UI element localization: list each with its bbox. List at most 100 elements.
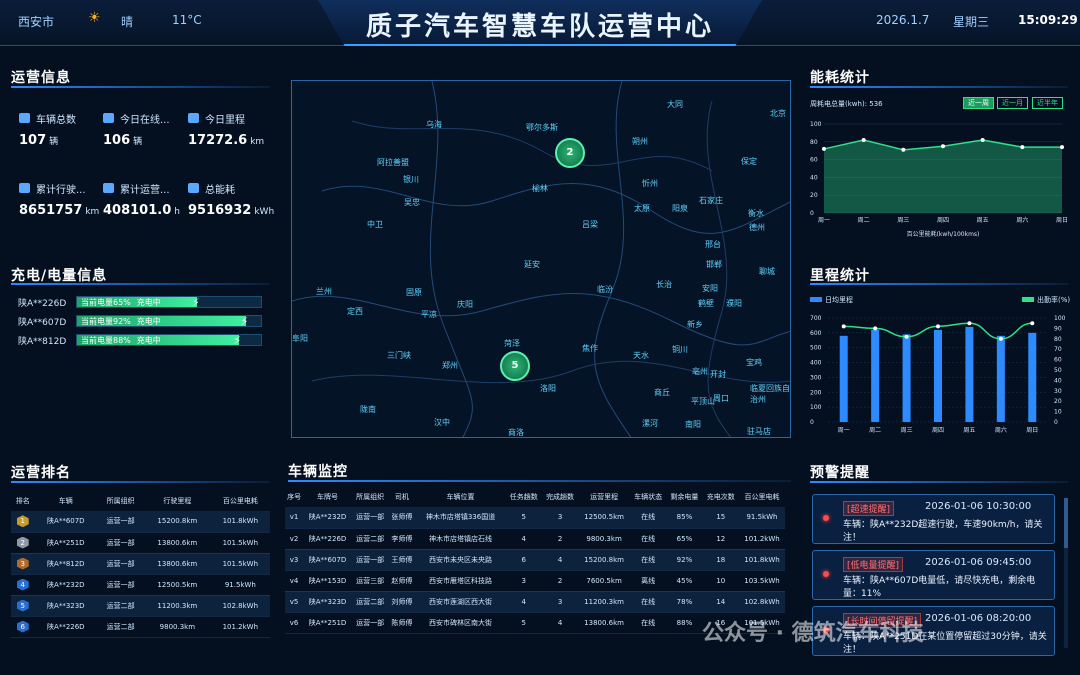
alert-dot-icon <box>823 515 829 521</box>
table-cell: 11200.3km <box>144 595 211 617</box>
y-tick-label: 0 <box>810 210 814 217</box>
attendance-point <box>967 321 972 326</box>
table-row[interactable]: v4 陕A**153D 运营三部 赵师傅 西安市雁塔区科技路 3 2 7600.5km 离线 45… <box>285 570 785 592</box>
alert-card[interactable]: [超速提醒] 2026-01-06 10:30:00 车辆：陕A**232D超速行驶… <box>812 494 1055 544</box>
table-cell: 13800.6km <box>144 532 211 554</box>
alert-scrollbar[interactable] <box>1064 498 1068 648</box>
city-label: 安阳 <box>702 284 718 293</box>
vehicle-cluster-marker[interactable]: 5 <box>500 351 530 381</box>
table-row[interactable]: 1 陕A**607D 运营一部 15200.8km 101.8kWh <box>11 511 270 533</box>
attendance-point <box>841 324 846 329</box>
table-cell: 运营二部 <box>97 595 145 617</box>
y2-tick-label: 50 <box>1054 367 1062 374</box>
truck-icon <box>103 113 114 123</box>
energy-point <box>822 146 826 151</box>
sun-icon: ☀ <box>88 10 101 26</box>
rank-badge-icon: 1 <box>16 515 29 528</box>
battery-row[interactable]: 陕A**607D 当前电量92% 充电中 ⚡ <box>18 315 264 328</box>
table-cell: v3 <box>285 549 304 571</box>
table-cell: 4 <box>541 612 579 634</box>
table-cell: 103.5kWh <box>738 570 785 592</box>
table-cell: 12500.5km <box>578 507 630 529</box>
bolt-icon: ⚡ <box>233 334 242 347</box>
tab-week[interactable]: 近一周 <box>963 97 994 109</box>
table-cell: 6 <box>505 549 542 571</box>
column-header: 所属组织 <box>106 496 135 505</box>
city-label: 保定 <box>741 157 757 166</box>
table-cell: 101.2kWh <box>210 616 270 638</box>
vehicle-cluster-marker[interactable]: 2 <box>555 138 585 168</box>
table-row[interactable]: v1 陕A**232D 运营一部 张师傅 神木市店塔镇336国道 5 3 12500.5km 在… <box>285 507 785 529</box>
vehicle-map[interactable]: 大同 北京 乌海 鄂尔多斯 朔州 保定 阿拉善盟 银川 忻州 吴忠 榆林 太原 阳泉 石家庄 衡水 中卫 吕梁 德… <box>291 80 791 438</box>
table-cell: 赵师傅 <box>388 570 416 592</box>
table-cell: 2 <box>541 570 579 592</box>
alert-dot-icon <box>823 571 829 577</box>
battery-plate: 陕A**812D <box>18 337 67 347</box>
stat-value: 106 辆 <box>103 133 143 148</box>
clock-label: 15:09:29 <box>1018 13 1078 27</box>
table-row[interactable]: v2 陕A**226D 运营二部 李师傅 神木市店塔镇店石线 4 2 9800.3km 在线 65… <box>285 528 785 550</box>
city-label: 三门峡 <box>387 351 411 360</box>
table-row[interactable]: 6 陕A**226D 运营二部 9800.3km 101.2kWh <box>11 616 270 638</box>
battery-text: 当前电量92% 充电中 <box>81 316 161 327</box>
city-label: 榆林 <box>532 184 548 193</box>
table-row[interactable]: 2 陕A**251D 运营一部 13800.6km 101.5kWh <box>11 532 270 554</box>
table-cell: 陕A**226D <box>303 528 352 550</box>
alert-scrollbar-thumb[interactable] <box>1064 498 1068 548</box>
energy-divider <box>810 86 1068 88</box>
y2-tick-label: 90 <box>1054 325 1062 332</box>
stat-value: 107 辆 <box>19 133 59 148</box>
stat-label: 总能耗 <box>205 185 235 196</box>
alert-card[interactable]: [低电量提醒] 2026-01-06 09:45:00 车辆：陕A**607D电量低… <box>812 550 1055 600</box>
battery-row[interactable]: 陕A**812D 当前电量88% 充电中 ⚡ <box>18 334 264 347</box>
table-row[interactable]: 3 陕A**812D 运营一部 13800.6km 101.5kWh <box>11 553 270 575</box>
charge-title: 充电/电量信息 <box>11 268 108 284</box>
battery-status: 充电中 <box>136 336 161 345</box>
city-label: 亳州 <box>692 367 708 376</box>
column-header: 运营里程 <box>590 492 619 501</box>
table-cell: 运营二部 <box>351 528 389 550</box>
column-header: 车辆 <box>58 496 73 505</box>
stat-label: 累计行驶... <box>36 185 86 196</box>
y-tick-label: 20 <box>810 192 818 199</box>
battery-text: 当前电量65% 充电中 <box>81 297 161 308</box>
rank-badge-icon: 6 <box>16 620 29 633</box>
city-label: 平凉 <box>421 310 437 319</box>
table-row[interactable]: 4 陕A**232D 运营一部 12500.5km 91.5kWh <box>11 574 270 596</box>
y2-tick-label: 30 <box>1054 388 1062 395</box>
y-tick-label: 80 <box>810 139 818 146</box>
stat-label: 今日里程 <box>205 115 245 126</box>
battery-track: 当前电量92% 充电中 ⚡ <box>76 315 262 328</box>
x-tick-label: 周一 <box>838 427 850 434</box>
stat-label: 车辆总数 <box>36 115 76 126</box>
watermark: 公众号 · 德筑汽车科技 <box>702 621 924 646</box>
tab-half-year[interactable]: 近半年 <box>1032 97 1063 109</box>
city-label: 开封 <box>710 370 726 379</box>
attendance-point <box>936 324 940 329</box>
column-header: 所属组织 <box>356 492 385 501</box>
x-tick-label: 周三 <box>897 217 909 224</box>
table-cell: v4 <box>285 570 304 592</box>
table-cell: 陕A**812D <box>34 553 98 575</box>
table-cell: 102.8kWh <box>738 591 785 613</box>
tab-month[interactable]: 近一月 <box>997 97 1028 109</box>
table-row[interactable]: v5 陕A**323D 运营二部 刘师傅 西安市莲湖区西大街 4 3 11200.3km 在线 7… <box>285 591 785 613</box>
table-row[interactable]: 5 陕A**323D 运营二部 11200.3km 102.8kWh <box>11 595 270 617</box>
y-tick-label: 700 <box>810 315 822 322</box>
table-cell: 5 <box>11 595 35 617</box>
table-cell: 101.2kWh <box>738 528 785 550</box>
table-cell: 运营一部 <box>97 532 145 554</box>
table-cell: 101.5kWh <box>210 532 270 554</box>
table-cell: 4 <box>541 549 579 571</box>
table-cell: 陕A**323D <box>303 591 352 613</box>
stat-unit: km <box>250 137 265 147</box>
battery-row[interactable]: 陕A**226D 当前电量65% 充电中 ⚡ <box>18 296 264 309</box>
city-label: 吕梁 <box>582 220 598 229</box>
city-label: 聊城 <box>759 267 775 276</box>
table-row[interactable]: v3 陕A**607D 运营一部 王师傅 西安市未央区未央路 6 4 15200.8km 在线 9… <box>285 549 785 571</box>
column-header: 排名 <box>15 496 30 505</box>
table-cell: 101.5kWh <box>210 553 270 575</box>
table-cell: 15200.8km <box>578 549 630 571</box>
city-label: 阳泉 <box>672 204 688 213</box>
ops-title: 运营信息 <box>11 70 71 86</box>
